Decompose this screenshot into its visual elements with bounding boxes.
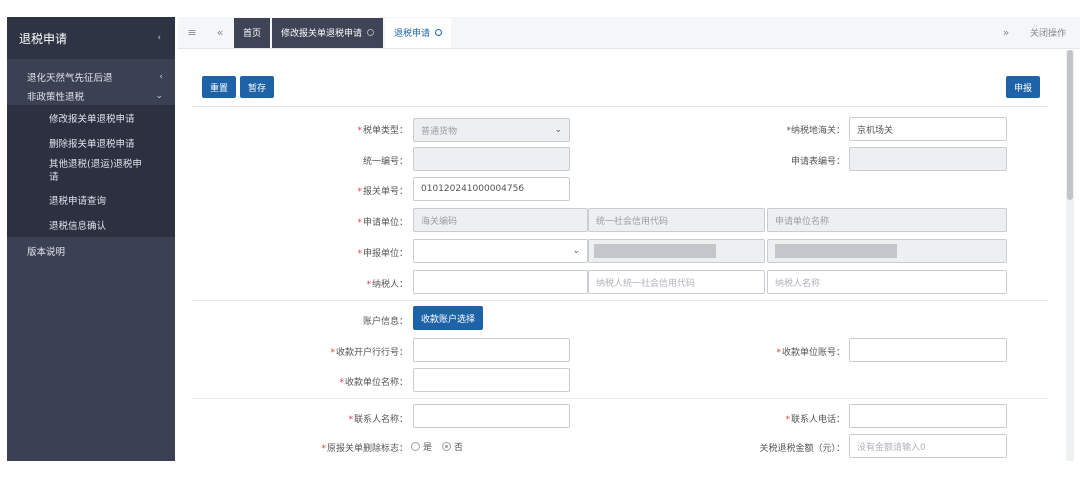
sidebar-item-label: 退化天然气先征后退: [27, 72, 113, 84]
contact-name-label: *联系人名称：: [348, 415, 408, 425]
chevron-down-icon: ⌄: [554, 125, 562, 135]
taxpayer-name-field[interactable]: 纳税人名称: [767, 270, 1007, 294]
account-no-label: *收款单位账号：: [776, 348, 845, 358]
payee-name-field[interactable]: [413, 368, 570, 392]
sidebar-submenu: 修改报关单退税申请 删除报关单退税申请 其他退税(退运)退税申请 退税申请查询 …: [7, 105, 175, 237]
radio-yes-label: 是: [423, 443, 433, 453]
tab-label: 退税申请: [394, 29, 431, 39]
customs-label: *纳税地海关：: [786, 126, 845, 136]
sidebar-item-other-refund[interactable]: 其他退税(退运)退税申请: [7, 155, 175, 187]
chevron-down-icon: ⌄: [155, 90, 163, 101]
tab-home[interactable]: 首页: [234, 17, 271, 48]
declarer-select[interactable]: ⌄: [413, 239, 588, 263]
bank-no-label: *收款开户行行号：: [330, 348, 408, 358]
divider: [192, 398, 1048, 399]
account-info-label: 账户信息：: [362, 317, 408, 327]
submit-button[interactable]: 申报: [1006, 76, 1041, 98]
close-operations-button[interactable]: 关闭操作: [1020, 26, 1080, 39]
bank-no-field[interactable]: [413, 338, 570, 362]
sidebar-item-label: 其他退税(退运)退税申请: [49, 159, 142, 183]
chevron-left-icon: ‹: [159, 71, 163, 82]
sidebar-item-modify-declaration[interactable]: 修改报关单退税申请: [7, 105, 175, 130]
main-form-area: 重置 暂存 申报 *税单类型： 普通货物 ⌄ *纳税地海关： 京机场关 统一编号…: [178, 50, 1062, 461]
applicant-name-field: 申请单位名称: [767, 208, 1007, 232]
delete-flag-radio-group: 是 否: [408, 440, 463, 453]
sidebar-item-label: 修改报关单退税申请: [49, 113, 135, 125]
tab-modify-declaration[interactable]: 修改报关单退税申请: [272, 17, 384, 48]
reset-button[interactable]: 重置: [202, 76, 237, 98]
divider: [192, 300, 1048, 301]
radio-yes[interactable]: [411, 442, 420, 451]
tab-close-icon[interactable]: [367, 29, 375, 36]
account-no-field[interactable]: [849, 338, 1007, 362]
customs-field[interactable]: 京机场关: [849, 117, 1007, 141]
contact-name-field[interactable]: [413, 404, 570, 428]
amount-label: 关税退税金额（元）：: [759, 444, 845, 454]
chevron-left-icon[interactable]: ‹: [157, 33, 161, 43]
sidebar-item-delete-declaration[interactable]: 删除报关单退税申请: [7, 130, 175, 155]
tab-label: 修改报关单退税申请: [281, 29, 363, 39]
save-button[interactable]: 暂存: [240, 76, 275, 98]
applicant-customs-code-field: 海关编码: [413, 208, 588, 232]
double-left-icon[interactable]: «: [206, 26, 234, 39]
doc-type-select[interactable]: 普通货物 ⌄: [413, 118, 570, 142]
sidebar-item-label: 非政策性退税: [27, 91, 85, 103]
sidebar-header[interactable]: 退税申请 ‹: [7, 17, 175, 59]
sidebar-item-refund-query[interactable]: 退税申请查询: [7, 187, 175, 212]
vertical-scrollbar[interactable]: [1066, 50, 1074, 461]
sidebar-item-refund-confirm[interactable]: 退税信息确认: [7, 212, 175, 237]
declaration-no-field[interactable]: 010120241000004756: [413, 177, 570, 201]
declaration-no-label: *报关单号：: [357, 187, 408, 197]
payee-name-label: *收款单位名称：: [339, 378, 408, 388]
menu-icon[interactable]: ≡: [178, 26, 206, 39]
scrollbar-thumb[interactable]: [1067, 50, 1073, 200]
radio-no[interactable]: [442, 442, 452, 451]
doc-type-label: *税单类型：: [357, 126, 408, 136]
sidebar-item-label: 版本说明: [27, 246, 66, 258]
sidebar-item-label: 退税申请查询: [49, 195, 107, 207]
taxpayer-credit-code-field[interactable]: 纳税人统一社会信用代码: [588, 270, 765, 294]
tab-refund-application[interactable]: 退税申请: [385, 17, 452, 48]
declarer-label: *申报单位：: [357, 249, 408, 259]
double-right-icon[interactable]: »: [992, 26, 1020, 39]
uniform-no-field: [413, 147, 570, 171]
contact-phone-label: *联系人电话：: [785, 415, 845, 425]
redacted-block: [775, 244, 897, 258]
amount-field[interactable]: 没有金额请输入0: [849, 434, 1007, 458]
tab-label: 首页: [243, 29, 262, 39]
apply-no-field: [849, 147, 1007, 171]
tab-bar: ≡ « 首页 修改报关单退税申请 退税申请 » 关闭操作: [178, 17, 1080, 49]
sidebar-item-label: 退税信息确认: [49, 220, 107, 232]
sidebar-item-label: 删除报关单退税申请: [49, 138, 135, 150]
redacted-block: [594, 244, 716, 258]
sidebar-item-non-policy-refund[interactable]: 非政策性退税 ⌄: [7, 86, 175, 105]
divider: [192, 106, 1048, 107]
apply-no-label: 申请表编号：: [790, 157, 845, 167]
sidebar-title: 退税申请: [19, 31, 68, 46]
chevron-down-icon: ⌄: [572, 246, 580, 256]
applicant-label: *申请单位：: [357, 218, 408, 228]
tab-close-icon[interactable]: [435, 29, 443, 36]
radio-no-label: 否: [454, 443, 464, 453]
applicant-credit-code-field: 统一社会信用代码: [588, 208, 765, 232]
uniform-no-label: 统一编号：: [362, 157, 408, 167]
sidebar-item-gas-refund[interactable]: 退化天然气先征后退 ‹: [7, 67, 175, 86]
taxpayer-label: *纳税人：: [366, 280, 408, 290]
select-account-button[interactable]: 收款账户选择: [413, 306, 484, 330]
sidebar: 退税申请 ‹ 退化天然气先征后退 ‹ 非政策性退税 ⌄ 修改报关单退税申请 删除…: [7, 17, 175, 461]
sidebar-item-version-notes[interactable]: 版本说明: [7, 241, 175, 260]
taxpayer-field[interactable]: [413, 270, 588, 294]
delete-flag-label: *原报关单删除标志：: [321, 444, 408, 454]
contact-phone-field[interactable]: [849, 404, 1007, 428]
